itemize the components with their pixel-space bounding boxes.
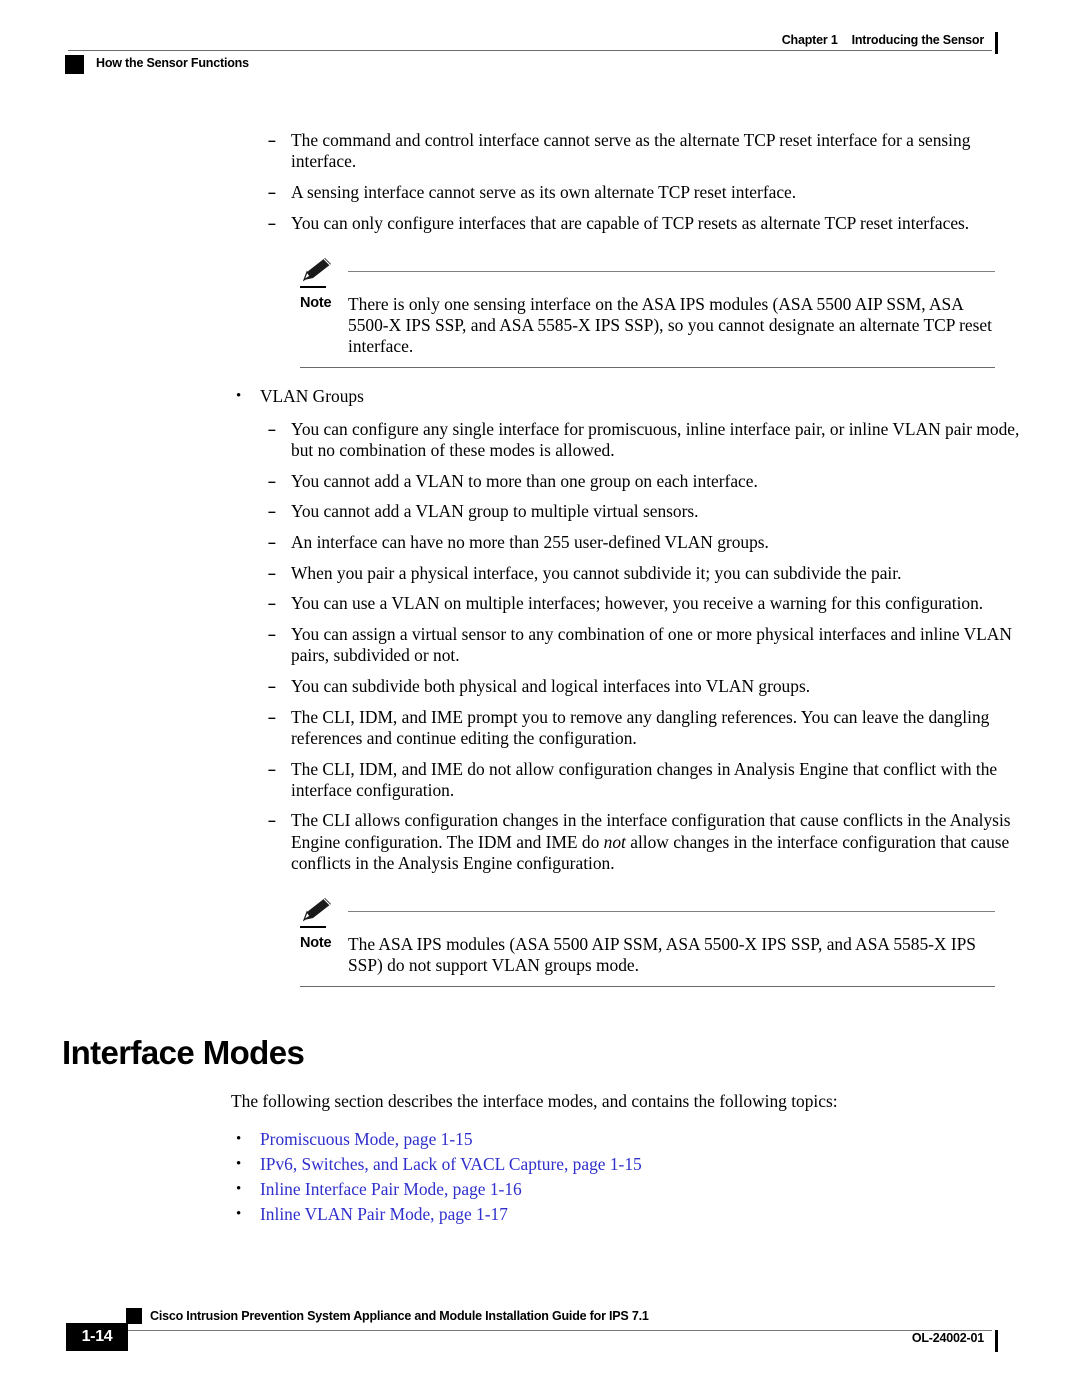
round-bullet-icon: • <box>236 1130 242 1147</box>
footer-end-bar <box>995 1330 998 1352</box>
dash-bullet-icon: – <box>268 503 276 520</box>
dash-bullet-icon: – <box>268 595 276 612</box>
note-body: Note The ASA IPS modules (ASA 5500 AIP S… <box>300 934 995 976</box>
list-item: – An interface can have no more than 255… <box>268 532 1032 553</box>
list-item: – The CLI, IDM, and IME prompt you to re… <box>268 707 1032 749</box>
dash-bullet-icon: – <box>268 132 276 148</box>
note-label: Note <box>300 294 332 311</box>
round-bullet-icon: • <box>236 1181 242 1198</box>
dash-bullet-icon: – <box>268 677 276 694</box>
list-item-text: You can assign a virtual sensor to any c… <box>291 624 1012 666</box>
page-title: Interface Modes <box>62 1034 305 1072</box>
list-item: – You can assign a virtual sensor to any… <box>268 624 1032 666</box>
topic-link[interactable]: IPv6, Switches, and Lack of VACL Capture… <box>260 1154 642 1174</box>
note-top-rule <box>348 270 995 272</box>
list-item: – You cannot add a VLAN to more than one… <box>268 471 1032 492</box>
note-label: Note <box>300 935 332 952</box>
list-item-text: You can subdivide both physical and logi… <box>291 675 811 696</box>
dash-bullet-icon: – <box>268 760 276 777</box>
list-item-text: You can configure any single interface f… <box>291 418 1020 460</box>
dash-bullet-icon: – <box>268 472 276 489</box>
list-item-text: A sensing interface cannot serve as its … <box>291 181 797 202</box>
pencil-underline <box>300 285 326 288</box>
pencil-icon <box>300 896 334 924</box>
list-item: – The CLI, IDM, and IME do not allow con… <box>268 759 1032 801</box>
list-item: – You can configure any single interface… <box>268 419 1032 461</box>
list-item: – You can use a VLAN on multiple interfa… <box>268 593 1032 614</box>
pencil-underline <box>300 926 326 929</box>
round-bullet-icon: • <box>236 388 242 405</box>
note-top-rule <box>348 911 995 913</box>
list-item-text: When you pair a physical interface, you … <box>291 562 902 583</box>
list-item-text: The command and control interface cannot… <box>291 130 971 172</box>
vlan-groups-heading-text: VLAN Groups <box>260 386 364 407</box>
page-content: – The command and control interface cann… <box>0 130 1080 1228</box>
header-end-bar <box>995 32 998 54</box>
list-item-text: You cannot add a VLAN group to multiple … <box>291 501 699 522</box>
list-item[interactable]: • Inline VLAN Pair Mode, page 1-17 <box>236 1202 1080 1227</box>
header-chapter-info: Chapter 1 Introducing the Sensor <box>782 33 984 47</box>
list-item-emphasis: not <box>603 831 626 852</box>
list-item-text: You can only configure interfaces that a… <box>291 212 970 233</box>
list-item[interactable]: • Promiscuous Mode, page 1-15 <box>236 1127 1080 1152</box>
footer-guide-title: Cisco Intrusion Prevention System Applia… <box>150 1309 649 1323</box>
list-item: – You can subdivide both physical and lo… <box>268 676 1032 697</box>
dash-bullet-icon: – <box>268 533 276 550</box>
list-item-text: You can use a VLAN on multiple interface… <box>291 593 984 614</box>
list-item-text: The CLI, IDM, and IME prompt you to remo… <box>291 706 990 748</box>
dash-bullet-icon: – <box>268 420 276 437</box>
topic-link[interactable]: Inline Interface Pair Mode, page 1-16 <box>260 1179 522 1199</box>
topic-link[interactable]: Promiscuous Mode, page 1-15 <box>260 1129 473 1149</box>
note-text: There is only one sensing interface on t… <box>348 293 992 357</box>
list-item-text: The CLI, IDM, and IME do not allow confi… <box>291 758 998 800</box>
list-item: – When you pair a physical interface, yo… <box>268 563 1032 584</box>
section-intro-paragraph: The following section describes the inte… <box>231 1091 838 1112</box>
list-item: – You can only configure interfaces that… <box>268 213 1032 234</box>
list-item[interactable]: • Inline Interface Pair Mode, page 1-16 <box>236 1177 1080 1202</box>
list-item: – The CLI allows configuration changes i… <box>268 810 1032 874</box>
document-page: Chapter 1 Introducing the Sensor How the … <box>0 0 1080 1397</box>
list-item: – A sensing interface cannot serve as it… <box>268 182 1032 203</box>
footer-document-id: OL-24002-01 <box>911 1331 984 1345</box>
note-block: Note The ASA IPS modules (ASA 5500 AIP S… <box>300 896 995 988</box>
dash-bullet-icon: – <box>268 626 276 643</box>
running-header: Chapter 1 Introducing the Sensor How the … <box>0 0 1080 90</box>
header-square-marker-icon <box>65 55 84 74</box>
topic-link-list: • Promiscuous Mode, page 1-15 • IPv6, Sw… <box>0 1127 1080 1228</box>
note-block: Note There is only one sensing interface… <box>300 256 995 369</box>
footer-square-marker-icon <box>126 1308 142 1324</box>
tcp-reset-bullet-list: – The command and control interface cann… <box>0 130 1080 234</box>
note-body: Note There is only one sensing interface… <box>300 294 995 358</box>
header-rule <box>68 50 992 51</box>
dash-bullet-icon: – <box>268 564 276 581</box>
round-bullet-icon: • <box>236 1155 242 1172</box>
list-item: – You cannot add a VLAN group to multipl… <box>268 501 1032 522</box>
vlan-groups-heading-item: • VLAN Groups <box>236 386 995 407</box>
list-item-text: You cannot add a VLAN to more than one g… <box>291 470 758 491</box>
header-section-title: How the Sensor Functions <box>96 56 249 70</box>
pencil-icon <box>300 256 334 284</box>
list-item[interactable]: • IPv6, Switches, and Lack of VACL Captu… <box>236 1152 1080 1177</box>
page-number-badge: 1-14 <box>66 1323 128 1351</box>
dash-bullet-icon: – <box>268 183 276 200</box>
dash-bullet-icon: – <box>268 812 276 829</box>
dash-bullet-icon: – <box>268 214 276 231</box>
header-chapter-number: Chapter 1 <box>781 33 838 47</box>
list-item-text: The CLI allows configuration changes in … <box>291 810 1011 872</box>
list-item: – The command and control interface cann… <box>268 130 1032 172</box>
header-chapter-title: Introducing the Sensor <box>851 33 985 47</box>
round-bullet-icon: • <box>236 1206 242 1223</box>
note-bottom-rule <box>300 367 995 369</box>
note-bottom-rule <box>300 986 995 988</box>
list-item-text: An interface can have no more than 255 u… <box>291 531 769 552</box>
topic-link[interactable]: Inline VLAN Pair Mode, page 1-17 <box>260 1204 508 1224</box>
footer-rule <box>126 1330 992 1331</box>
note-text: The ASA IPS modules (ASA 5500 AIP SSM, A… <box>348 934 976 976</box>
dash-bullet-icon: – <box>268 708 276 725</box>
vlan-groups-bullet-list: – You can configure any single interface… <box>0 419 1080 874</box>
